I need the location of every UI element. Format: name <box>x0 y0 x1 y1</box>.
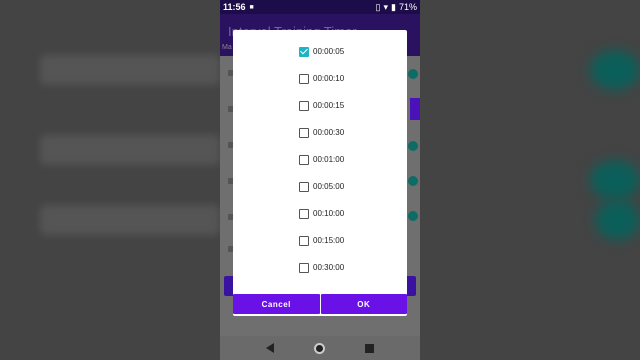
toggle-switch <box>408 69 418 79</box>
home-icon[interactable] <box>314 342 325 354</box>
back-icon[interactable] <box>266 343 274 353</box>
left-letterbox <box>0 0 220 360</box>
options-list: 00:00:05 00:00:10 00:00:15 00:00:30 00:0… <box>233 38 407 281</box>
option-item[interactable]: 00:05:00 <box>233 173 407 200</box>
blurred-toggle <box>590 160 640 200</box>
cancel-button[interactable]: Cancel <box>233 294 320 314</box>
option-item[interactable]: 00:00:30 <box>233 119 407 146</box>
navigation-bar <box>220 336 420 360</box>
option-label: 00:05:00 <box>313 182 345 191</box>
option-label: 00:00:10 <box>313 74 345 83</box>
checkbox[interactable] <box>299 46 309 57</box>
option-label: 00:00:05 <box>313 47 345 56</box>
option-label: 00:10:00 <box>313 209 345 218</box>
checkbox[interactable] <box>299 262 309 273</box>
toggle-switch <box>408 176 418 186</box>
ok-button[interactable]: OK <box>320 294 407 314</box>
checkbox[interactable] <box>299 127 309 138</box>
battery-icon: ▮ <box>391 1 396 12</box>
blurred-row <box>40 205 220 235</box>
vibrate-icon: ▯ <box>375 1 381 12</box>
checkbox[interactable] <box>299 208 309 219</box>
status-time: 11:56 <box>223 2 246 12</box>
blurred-toggle <box>595 200 640 240</box>
checkbox[interactable] <box>299 181 309 192</box>
option-label: 00:01:00 <box>313 155 345 164</box>
option-label: 00:00:30 <box>313 128 345 137</box>
checkbox[interactable] <box>299 154 309 165</box>
status-bar: 11:56 ■ ▯ ▾ ▮ 71% <box>220 0 420 14</box>
checkbox[interactable] <box>299 73 309 84</box>
app-subtitle: Ma <box>222 44 232 51</box>
blurred-row <box>40 55 220 85</box>
checkbox[interactable] <box>299 100 309 111</box>
recents-icon[interactable] <box>365 343 374 353</box>
blurred-toggle <box>590 50 640 90</box>
right-letterbox <box>420 0 640 360</box>
blurred-row <box>40 135 220 165</box>
toggle-switch <box>408 141 418 151</box>
interval-picker-dialog: 00:00:05 00:00:10 00:00:15 00:00:30 00:0… <box>233 30 407 316</box>
option-item[interactable]: 00:00:10 <box>233 65 407 92</box>
option-item[interactable]: 00:10:00 <box>233 200 407 227</box>
dialog-buttons: Cancel OK <box>233 294 407 314</box>
option-item[interactable]: 00:01:00 <box>233 146 407 173</box>
option-item[interactable]: 00:15:00 <box>233 227 407 254</box>
wifi-icon: ▾ <box>383 1 389 12</box>
checkbox[interactable] <box>299 235 309 246</box>
option-item[interactable]: 00:00:05 <box>233 38 407 65</box>
option-label: 00:30:00 <box>313 263 345 272</box>
option-label: 00:00:15 <box>313 101 345 110</box>
option-item[interactable]: 00:00:15 <box>233 92 407 119</box>
battery-percent: 71% <box>398 2 417 12</box>
option-item[interactable]: 00:30:00 <box>233 254 407 281</box>
purple-button-edge <box>410 98 420 120</box>
option-label: 00:15:00 <box>313 236 345 245</box>
camera-icon: ■ <box>249 3 254 11</box>
toggle-switch <box>408 211 418 221</box>
